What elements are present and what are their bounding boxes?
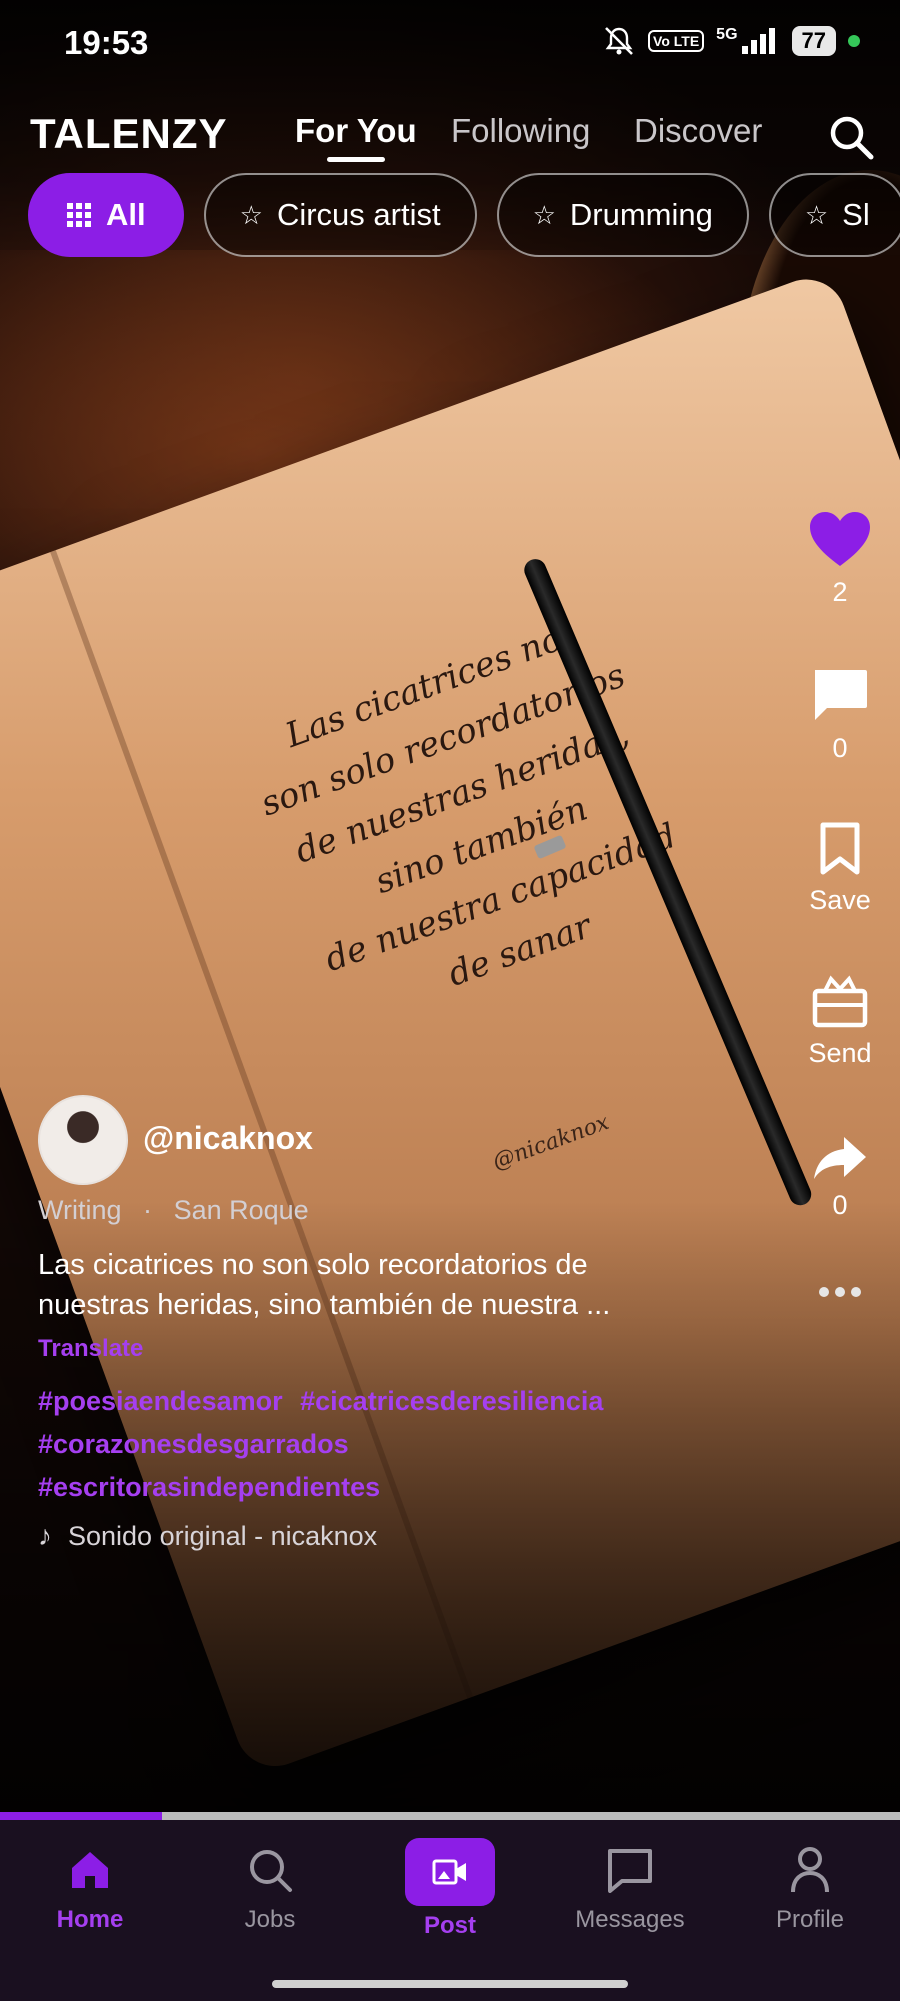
nav-home[interactable]: Home: [10, 1840, 170, 1934]
app-logo: TALENZY: [30, 110, 228, 157]
post-location[interactable]: San Roque: [174, 1195, 309, 1225]
tab-for-you[interactable]: For You: [295, 112, 417, 150]
chip-label: Circus artist: [276, 197, 441, 232]
privacy-dot: [848, 35, 860, 47]
search-icon[interactable]: [826, 112, 876, 162]
person-icon: [791, 1847, 829, 1893]
save-label: Save: [809, 885, 871, 915]
nav-label: Home: [56, 1906, 124, 1933]
status-bar: 19:53 Vo LTE 5G 77: [0, 0, 900, 88]
sound-label: Sonido original - nicaknox: [68, 1520, 378, 1551]
share-button[interactable]: 0: [790, 1135, 890, 1221]
like-count: 2: [832, 577, 848, 607]
status-time: 19:53: [64, 24, 149, 61]
video-progress-fill: [0, 1812, 162, 1820]
comment-count: 0: [832, 733, 848, 763]
chip-circus-artist[interactable]: ☆ Circus artist: [203, 173, 477, 257]
nav-messages[interactable]: Messages: [550, 1840, 710, 1934]
category-chips: All ☆ Circus artist ☆ Drumming ☆ Sl: [28, 173, 900, 257]
hashtag-link[interactable]: #cicatricesderesiliencia: [300, 1386, 603, 1416]
send-label: Send: [808, 1038, 872, 1068]
comment-icon: [815, 670, 867, 720]
more-options-button[interactable]: [790, 1285, 890, 1304]
message-icon: [608, 1849, 652, 1893]
username[interactable]: @nicaknox: [143, 1120, 313, 1157]
hashtag-link[interactable]: #poesiaendesamor: [38, 1386, 283, 1416]
5g-signal-icon: [741, 28, 775, 54]
like-button[interactable]: 2: [790, 510, 890, 608]
share-count: 0: [832, 1190, 848, 1220]
volte-icon: Vo LTE: [648, 30, 705, 52]
home-icon: [72, 1852, 108, 1888]
chip-label: Drumming: [569, 197, 713, 232]
post-meta: Writing · San Roque: [38, 1195, 309, 1226]
tab-following[interactable]: Following: [451, 112, 590, 150]
tab-discover[interactable]: Discover: [634, 112, 762, 150]
bottom-nav: Home Jobs Post Messages Profile: [0, 1820, 900, 2001]
sound-info[interactable]: ♪ Sonido original - nicaknox: [38, 1520, 377, 1552]
post-category[interactable]: Writing: [38, 1195, 122, 1225]
save-button[interactable]: Save: [790, 822, 890, 916]
meta-separator: ·: [143, 1195, 153, 1225]
share-icon: [814, 1137, 866, 1179]
nav-label: Post: [423, 1912, 476, 1939]
hashtag-link[interactable]: #escritorasindependientes: [38, 1472, 380, 1502]
nav-label: Messages: [575, 1906, 685, 1933]
mute-icon: [605, 27, 633, 55]
translate-link[interactable]: Translate: [38, 1335, 143, 1363]
video-add-icon: [432, 1859, 466, 1885]
home-indicator[interactable]: [272, 1980, 628, 1988]
hashtag-link[interactable]: #corazonesdesgarrados: [38, 1429, 349, 1459]
status-icons: Vo LTE 5G 77: [602, 26, 860, 56]
bookmark-icon: [820, 822, 860, 875]
video-progress-bar[interactable]: [0, 1812, 900, 1820]
gift-icon: [812, 975, 868, 1028]
nav-label: Jobs: [244, 1906, 296, 1933]
nav-post[interactable]: Post: [370, 1838, 530, 1940]
chip-label: All: [106, 197, 146, 232]
chip-drumming[interactable]: ☆ Drumming: [496, 173, 749, 257]
active-tab-indicator: [327, 157, 385, 162]
avatar[interactable]: [38, 1095, 128, 1185]
search-icon: [250, 1850, 292, 1892]
chip-all[interactable]: All: [28, 173, 184, 257]
comment-button[interactable]: 0: [790, 668, 890, 764]
post-caption[interactable]: Las cicatrices no son solo recordatorios…: [38, 1245, 698, 1325]
nav-profile[interactable]: Profile: [730, 1840, 890, 1934]
battery-indicator: 77: [791, 26, 836, 56]
star-icon: ☆: [532, 199, 556, 230]
nav-label: Profile: [775, 1906, 845, 1933]
chip-partial[interactable]: ☆ Sl: [768, 173, 900, 257]
more-icon: [819, 1287, 861, 1297]
nav-jobs[interactable]: Jobs: [190, 1840, 350, 1934]
send-gift-button[interactable]: Send: [790, 975, 890, 1069]
heart-icon: [810, 512, 870, 566]
grid-icon: [67, 203, 91, 227]
star-icon: ☆: [804, 199, 829, 230]
network-label: 5G: [716, 26, 738, 43]
chip-label: Sl: [842, 197, 870, 232]
star-icon: ☆: [239, 199, 263, 230]
hashtags: #poesiaendesamor #cicatricesderesilienci…: [38, 1380, 738, 1509]
music-note-icon: ♪: [38, 1520, 52, 1551]
